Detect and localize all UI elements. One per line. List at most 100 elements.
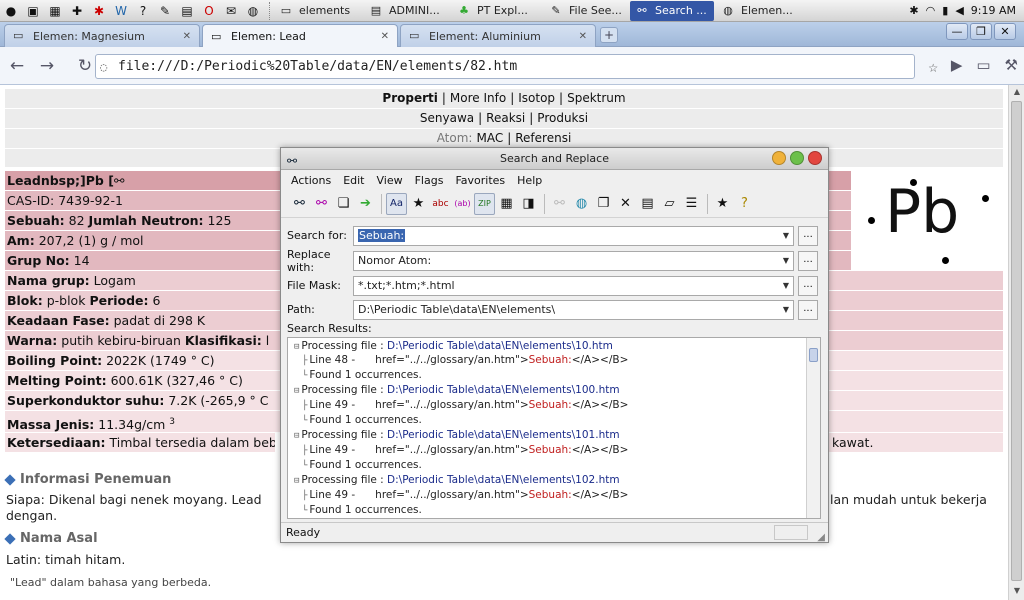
search-results-tree[interactable]: ⊟ Processing file : D:\Periodic Table\dat…	[287, 337, 821, 519]
result-match-line[interactable]: ├ Line 49 - href="../../glossary/an.htm">…	[302, 443, 628, 458]
nav-senyawa[interactable]: Senyawa	[416, 111, 478, 125]
whole-word-icon[interactable]: ★	[408, 193, 429, 215]
globe-icon[interactable]: ◍	[244, 2, 262, 20]
export-icon[interactable]: ▱	[659, 193, 680, 215]
minimize-icon[interactable]	[772, 151, 786, 165]
help-icon[interactable]: ?	[734, 193, 755, 215]
search-for-input[interactable]: Sebuah: ▼	[353, 225, 794, 246]
globe-icon[interactable]: ◍	[571, 193, 592, 215]
task-search-replace[interactable]: ⚯ Search ...	[630, 0, 714, 21]
lead-note[interactable]: "Lead" dalam bahasa yang berbeda.	[10, 575, 211, 591]
match-case-icon[interactable]: Aa	[386, 192, 407, 215]
w-icon[interactable]: W	[112, 2, 130, 20]
page-menu-icon[interactable]: ▭	[976, 56, 990, 74]
binoculars-icon[interactable]: ⚯	[114, 173, 124, 188]
menu-actions[interactable]: Actions	[285, 174, 337, 187]
task-admin[interactable]: ▤ ADMINI...	[364, 1, 450, 21]
image-icon[interactable]: ▦	[46, 2, 64, 20]
close-icon[interactable]: ✕	[381, 31, 389, 42]
nav-properti[interactable]: Properti	[378, 91, 441, 105]
file-mask-input[interactable]: *.txt;*.htm;*.html ▼	[353, 275, 794, 296]
volume-icon[interactable]: ◀	[955, 4, 963, 17]
scroll-thumb[interactable]	[1011, 101, 1022, 581]
maximize-icon[interactable]: ❐	[970, 23, 992, 40]
search-options-button[interactable]: ...	[798, 225, 818, 246]
clock[interactable]: 9:19 AM	[971, 4, 1016, 17]
close-icon[interactable]: ✕	[579, 31, 587, 42]
chevron-down-icon[interactable]: ▼	[779, 277, 793, 295]
forward-icon[interactable]: →	[34, 53, 60, 79]
favorites-icon[interactable]: ★	[712, 193, 733, 215]
replace-options-button[interactable]: ...	[798, 250, 818, 271]
result-file-line[interactable]: ⊟ Processing file : D:\Periodic Table\dat…	[294, 339, 613, 354]
path-input[interactable]: D:\Periodic Table\data\EN\elements\ ▼	[353, 299, 794, 320]
book-icon[interactable]: ▤	[178, 2, 196, 20]
nav-produksi[interactable]: Produksi	[533, 111, 592, 125]
minimize-icon[interactable]: —	[946, 23, 968, 40]
nav-spektrum[interactable]: Spektrum	[563, 91, 630, 105]
bluetooth-icon[interactable]: ✱	[909, 4, 918, 17]
address-bar[interactable]: ◌ file:///D:/Periodic%20Table/data/EN/el…	[95, 54, 938, 79]
nav-referensi[interactable]: Referensi	[511, 131, 575, 145]
nav-more-info[interactable]: More Info	[446, 91, 510, 105]
opera-icon[interactable]: O	[200, 2, 218, 20]
list-icon[interactable]: ☰	[681, 193, 702, 215]
pencil-icon[interactable]: ✎	[156, 2, 174, 20]
apple-icon[interactable]: ●	[2, 2, 20, 20]
task-browser[interactable]: ◍ Elemen...	[716, 1, 800, 21]
replace-icon[interactable]: ⚯	[311, 193, 332, 215]
zip-icon[interactable]: ZIP	[474, 192, 495, 215]
puzzle-icon[interactable]: ✚	[68, 2, 86, 20]
nav-mac[interactable]: MAC	[472, 131, 507, 145]
menu-view[interactable]: View	[371, 174, 409, 187]
new-tab-button[interactable]: +	[600, 27, 618, 43]
delete-icon[interactable]: ✕	[615, 193, 636, 215]
asterisk-icon[interactable]: ✱	[90, 2, 108, 20]
menu-help[interactable]: Help	[511, 174, 548, 187]
replace-with-input[interactable]: Nomor Atom: ▼	[353, 250, 794, 271]
chevron-down-icon[interactable]: ▼	[779, 252, 793, 270]
scroll-down-icon[interactable]: ▼	[1009, 586, 1024, 600]
result-file-line[interactable]: ⊟ Processing file : D:\Periodic Table\dat…	[294, 473, 620, 488]
wifi-icon[interactable]: ◠	[926, 4, 936, 17]
page-scrollbar[interactable]: ▲ ▼	[1008, 85, 1024, 600]
tab-lead[interactable]: ▭ Elemen: Lead ✕	[202, 24, 398, 48]
mask-options-button[interactable]: ...	[798, 275, 818, 296]
browse-path-button[interactable]: ...	[798, 299, 818, 320]
binary-icon[interactable]: ◨	[518, 193, 539, 215]
battery-icon[interactable]: ▮	[942, 4, 948, 17]
result-match-line[interactable]: ├ Line 48 - href="../../glossary/an.htm">…	[302, 353, 628, 368]
menu-favorites[interactable]: Favorites	[449, 174, 511, 187]
nav-reaksi[interactable]: Reaksi	[482, 111, 529, 125]
subfolders-icon[interactable]: ▦	[496, 193, 517, 215]
result-match-line[interactable]: ├ Line 49 - href="../../glossary/an.htm">…	[302, 488, 628, 503]
mail-icon[interactable]: ✉	[222, 2, 240, 20]
tab-aluminium[interactable]: ▭ Element: Aluminium ✕	[400, 24, 596, 47]
abc-icon[interactable]: abc	[430, 193, 451, 215]
results-scrollbar[interactable]	[806, 338, 820, 518]
copy-icon[interactable]: ❐	[593, 193, 614, 215]
menu-edit[interactable]: Edit	[337, 174, 370, 187]
maximize-icon[interactable]	[790, 151, 804, 165]
wrench-icon[interactable]: ⚒	[1005, 56, 1018, 74]
regex-icon[interactable]: (ab)	[452, 193, 473, 215]
results-scroll-thumb[interactable]	[809, 348, 818, 362]
result-file-line[interactable]: ⊟ Processing file : D:\Periodic Table\dat…	[294, 428, 620, 443]
dialog-titlebar[interactable]: ⚯ Search and Replace	[281, 148, 828, 170]
chevron-down-icon[interactable]: ▼	[779, 227, 793, 245]
go-icon[interactable]: ▶	[951, 56, 963, 74]
search-icon[interactable]: ⚯	[289, 193, 310, 215]
close-icon[interactable]: ✕	[183, 31, 191, 42]
task-pt-explorer[interactable]: ♣ PT Expl...	[452, 1, 542, 21]
task-file-seeker[interactable]: ✎ File See...	[544, 1, 628, 21]
nav-isotop[interactable]: Isotop	[514, 91, 559, 105]
files-icon[interactable]: ❏	[333, 193, 354, 215]
arrow-right-icon[interactable]: ➔	[355, 193, 376, 215]
help-icon[interactable]: ?	[134, 2, 152, 20]
tab-magnesium[interactable]: ▭ Elemen: Magnesium ✕	[4, 24, 200, 47]
back-icon[interactable]: ←	[4, 53, 30, 79]
chevron-down-icon[interactable]: ▼	[779, 301, 793, 319]
menu-flags[interactable]: Flags	[409, 174, 450, 187]
window-icon[interactable]: ▣	[24, 2, 42, 20]
close-icon[interactable]	[808, 151, 822, 165]
